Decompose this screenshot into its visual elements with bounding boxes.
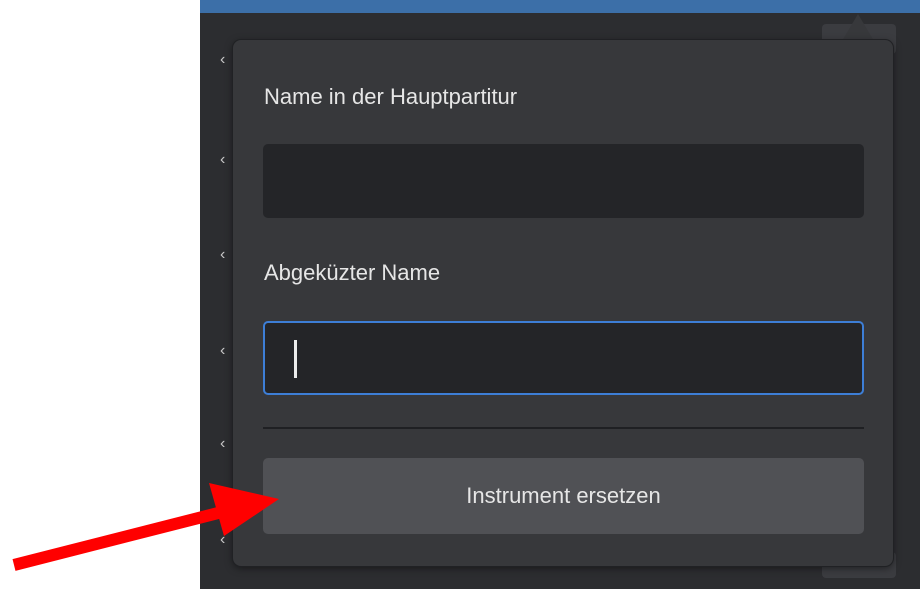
annotation-arrow	[12, 483, 279, 571]
arrow-head	[209, 483, 279, 536]
arrow-shaft	[12, 506, 224, 571]
